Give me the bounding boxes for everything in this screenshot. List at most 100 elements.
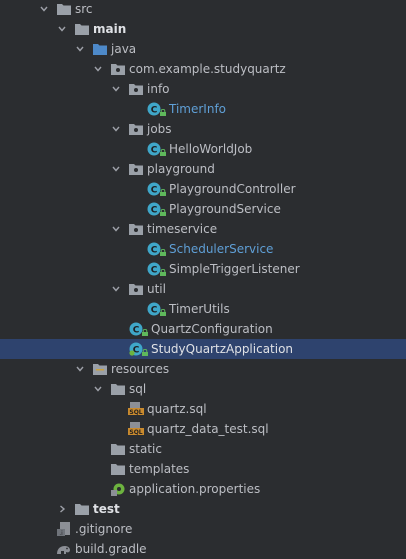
folder-icon [110,381,126,397]
class-icon: C [146,241,166,257]
tree-row-quartzconfiguration[interactable]: C QuartzConfiguration [0,319,406,339]
svg-text:C: C [151,186,158,196]
svg-text:C: C [151,106,158,116]
tree-label-quartzconfiguration: QuartzConfiguration [151,322,273,336]
chevron-down-icon[interactable] [74,359,86,379]
tree-label-main: main [93,22,127,36]
package-icon [128,161,144,177]
folder-icon [110,461,126,477]
tree-label-jobs: jobs [147,122,172,136]
chevron-down-icon[interactable] [92,379,104,399]
class-icon: C [146,261,166,277]
chevron-down-icon[interactable] [92,59,104,79]
source-folder-icon [92,41,108,57]
tree-row-quartz-sql[interactable]: SQL quartz.sql [0,399,406,419]
tree-label-src: src [75,2,93,16]
tree-row-resources[interactable]: resources [0,359,406,379]
class-icon: C [128,321,148,337]
tree-row-static[interactable]: static [0,439,406,459]
tree-label-application-properties: application.properties [129,482,261,496]
svg-text:SQL: SQL [129,429,142,436]
class-icon: C [146,101,166,117]
svg-text:C: C [151,146,158,156]
sql-file-icon: SQL [128,421,144,437]
package-icon [128,221,144,237]
chevron-down-icon[interactable] [56,19,68,39]
tree-row-playground[interactable]: playground [0,159,406,179]
tree-label-static: static [129,442,162,456]
folder-icon [56,1,72,17]
tree-row-helloworldjob[interactable]: C HelloWorldJob [0,139,406,159]
tree-label-info: info [147,82,170,96]
chevron-down-icon[interactable] [74,39,86,59]
chevron-down-icon[interactable] [110,279,122,299]
tree-row-timeservice[interactable]: timeservice [0,219,406,239]
chevron-down-icon[interactable] [110,219,122,239]
tree-row-schedulerservice[interactable]: C SchedulerService [0,239,406,259]
tree-label-timeservice: timeservice [147,222,218,236]
tree-label-playgroundcontroller: PlaygroundController [169,182,296,196]
package-icon [110,61,126,77]
tree-row-quartz-data-test-sql[interactable]: SQL quartz_data_test.sql [0,419,406,439]
tree-row-java[interactable]: java [0,39,406,59]
tree-row-main[interactable]: main [0,19,406,39]
tree-label-schedulerservice: SchedulerService [169,242,274,256]
tree-row-sql[interactable]: sql [0,379,406,399]
tree-row-application-properties[interactable]: application.properties [0,479,406,499]
chevron-right-icon[interactable] [56,499,68,519]
sql-file-icon: SQL [128,401,144,417]
tree-label-playground: playground [147,162,215,176]
tree-row-util[interactable]: util [0,279,406,299]
tree-label-java: java [111,42,137,56]
svg-text:SQL: SQL [129,409,142,416]
svg-text:.i: .i [59,530,63,536]
class-icon: C [146,181,166,197]
svg-text:C: C [151,246,158,256]
tree-label-timerinfo: TimerInfo [169,102,227,116]
folder-icon [74,21,90,37]
tree-row-timerinfo[interactable]: C TimerInfo [0,99,406,119]
svg-text:C: C [151,306,158,316]
tree-row-package[interactable]: com.example.studyquartz [0,59,406,79]
tree-row-simpletriggerlistener[interactable]: C SimpleTriggerListener [0,259,406,279]
tree-label-test: test [93,502,120,516]
project-tree: src main java com.example.studyquartz in… [0,0,406,559]
tree-row-jobs[interactable]: jobs [0,119,406,139]
tree-row-playgroundcontroller[interactable]: C PlaygroundController [0,179,406,199]
svg-text:C: C [133,326,140,336]
tree-row-timerutils[interactable]: C TimerUtils [0,299,406,319]
gradle-icon [56,541,72,557]
tree-label-quartz-sql: quartz.sql [147,402,207,416]
resources-folder-icon [92,361,108,377]
tree-row-playgroundservice[interactable]: C PlaygroundService [0,199,406,219]
tree-label-sql: sql [129,382,147,396]
svg-text:C: C [151,206,158,216]
tree-label-studyquartzapplication: StudyQuartzApplication [151,342,294,356]
package-icon [128,121,144,137]
tree-label-simpletriggerlistener: SimpleTriggerListener [169,262,300,276]
folder-icon [110,441,126,457]
chevron-down-icon[interactable] [38,0,50,19]
tree-label-util: util [147,282,166,296]
tree-row-test[interactable]: test [0,499,406,519]
tree-row-studyquartzapplication[interactable]: C StudyQuartzApplication [0,339,406,359]
chevron-down-icon[interactable] [110,119,122,139]
tree-row-templates[interactable]: templates [0,459,406,479]
tree-row-build-gradle[interactable]: build.gradle [0,539,406,559]
tree-label-resources: resources [111,362,170,376]
chevron-down-icon[interactable] [110,159,122,179]
class-icon: C [146,141,166,157]
chevron-down-icon[interactable] [110,79,122,99]
tree-label-gitignore: .gitignore [75,522,133,536]
tree-label-quartz-data-test-sql: quartz_data_test.sql [147,422,269,436]
gitignore-file-icon: .i [56,521,72,537]
folder-icon [74,501,90,517]
tree-label-package: com.example.studyquartz [129,62,286,76]
tree-row-src[interactable]: src [0,0,406,19]
spring-properties-icon [110,481,126,497]
class-icon: C [146,201,166,217]
tree-row-info[interactable]: info [0,79,406,99]
tree-row-gitignore[interactable]: .i .gitignore [0,519,406,539]
tree-label-helloworldjob: HelloWorldJob [169,142,253,156]
tree-label-timerutils: TimerUtils [169,302,230,316]
